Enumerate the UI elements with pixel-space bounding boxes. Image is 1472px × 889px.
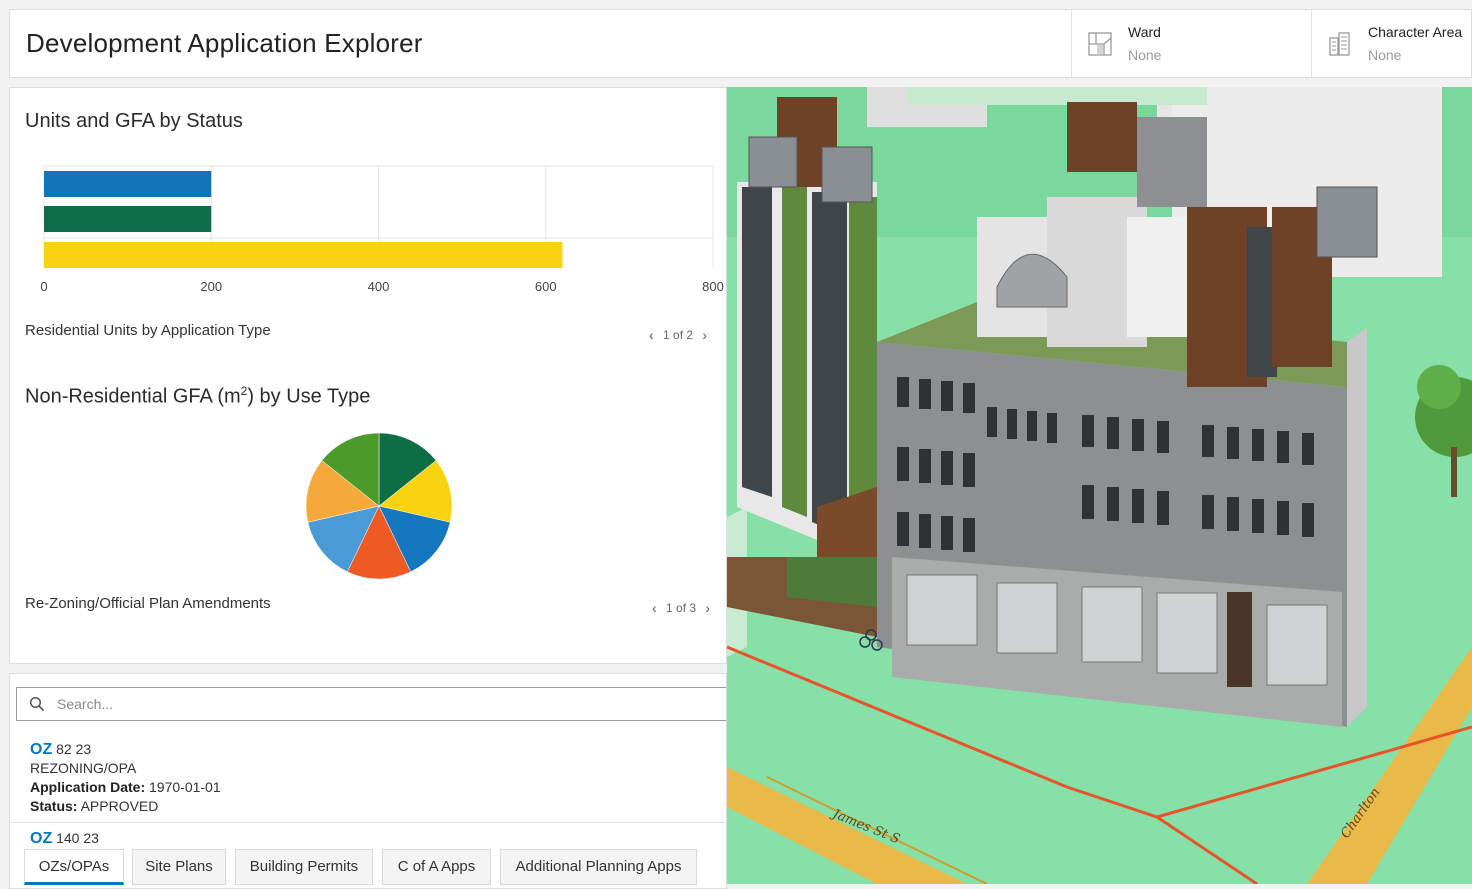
ward-map-icon [1088, 32, 1112, 56]
character-area-buildings-icon [1329, 32, 1350, 56]
tab-site-plans[interactable]: Site Plans [132, 849, 226, 885]
pie-chart-pager: ‹ 1 of 3 › [646, 600, 716, 616]
status-label: Status: [30, 798, 78, 814]
tree-trunk [1451, 447, 1457, 497]
chevron-right-icon[interactable]: › [696, 327, 713, 343]
list-item[interactable]: OZ 82 23 REZONING/OPA Application Date: … [10, 740, 726, 816]
character-area-label: Character Area [1368, 24, 1463, 40]
bar-chart-title: Units and GFA by Status [25, 110, 243, 132]
application-date: 1970-01-01 [149, 779, 221, 795]
application-date-label: Application Date: [30, 779, 146, 795]
units-gfa-bar-chart: 0 200 400 600 800 [40, 165, 724, 294]
record-number: 82 23 [56, 741, 92, 757]
ward-value: None [1128, 47, 1162, 63]
character-area-value: None [1368, 47, 1402, 63]
x-tick-label: 600 [535, 279, 557, 294]
bar[interactable] [44, 206, 212, 232]
list-item[interactable]: OZ 140 23 [10, 829, 726, 848]
record-number: 140 23 [56, 830, 99, 846]
record-code: OZ [30, 830, 53, 847]
pie-title-prefix: Non-Residential GFA (m [25, 385, 241, 408]
tab-additional-planning-apps[interactable]: Additional Planning Apps [500, 849, 697, 885]
3d-scene-view[interactable]: James St S Charlton [727, 87, 1472, 884]
pie-chart-title: Non-Residential GFA (m2) by Use Type [25, 384, 370, 409]
bar-chart-caption: Residential Units by Application Type [25, 322, 271, 339]
pie-chart-caption: Re-Zoning/Official Plan Amendments [25, 595, 271, 612]
record-type: REZONING/OPA [30, 760, 137, 776]
tab-c-of-a-apps[interactable]: C of A Apps [382, 849, 491, 885]
tab-ozs-opas[interactable]: OZs/OPAs [24, 849, 124, 885]
pie-title-suffix: ) by Use Type [247, 385, 371, 408]
search-input[interactable] [57, 694, 697, 714]
x-tick-label: 800 [702, 279, 724, 294]
bar-chart-pager: ‹ 1 of 2 › [643, 327, 713, 343]
app-header: Development Application Explorer Ward No… [9, 9, 1472, 78]
list-divider [10, 822, 726, 823]
pager-text: 1 of 3 [666, 601, 697, 615]
chevron-left-icon[interactable]: ‹ [646, 600, 663, 616]
status-value: APPROVED [80, 798, 159, 814]
charts-panel: Units and GFA by Status 0 200 400 600 800 Re… [9, 87, 727, 664]
x-tick-label: 400 [368, 279, 390, 294]
record-code: OZ [30, 741, 53, 758]
pager-text: 1 of 2 [663, 328, 694, 342]
bar[interactable] [44, 242, 563, 268]
ward-label: Ward [1128, 24, 1161, 40]
scene-canvas[interactable]: James St S Charlton [727, 87, 1472, 884]
use-type-pie-chart [305, 432, 453, 580]
chevron-right-icon[interactable]: › [699, 600, 716, 616]
chevron-left-icon[interactable]: ‹ [643, 327, 660, 343]
character-area-selector[interactable]: Character Area None [1311, 10, 1472, 77]
x-tick-label: 200 [200, 279, 222, 294]
ward-selector[interactable]: Ward None [1071, 10, 1311, 77]
search-box[interactable] [16, 687, 726, 721]
tab-building-permits[interactable]: Building Permits [235, 849, 373, 885]
search-icon [29, 696, 45, 712]
sidewalk [907, 87, 1207, 105]
tree [1417, 365, 1461, 409]
bar[interactable] [44, 171, 212, 197]
x-tick-label: 0 [40, 279, 47, 294]
app-title: Development Application Explorer [26, 28, 423, 58]
